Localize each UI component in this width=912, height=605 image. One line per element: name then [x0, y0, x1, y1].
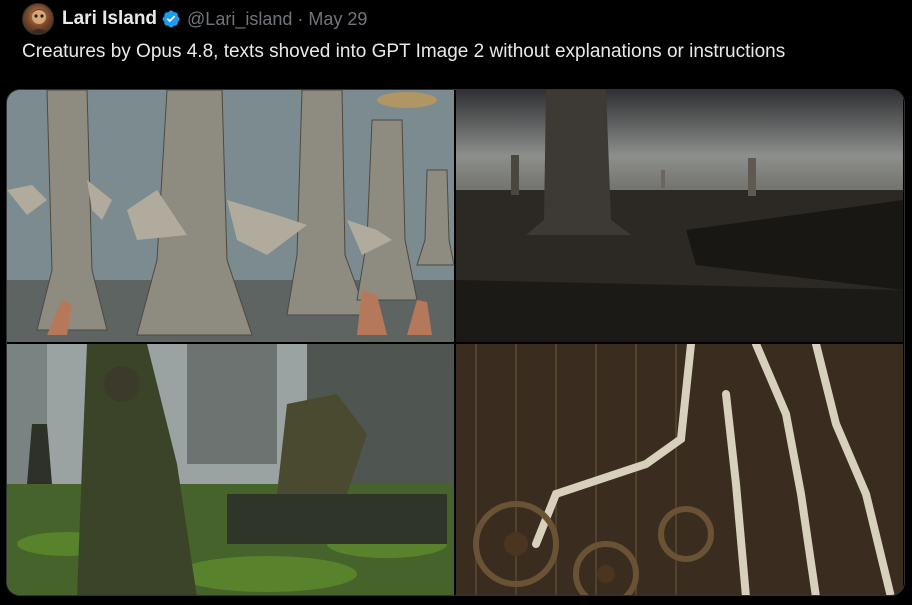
- tweet: Lari Island @Lari_island · May 29 Creatu…: [0, 0, 912, 605]
- author-handle[interactable]: @Lari_island: [187, 9, 292, 30]
- avatar[interactable]: [22, 3, 54, 35]
- author-display-name[interactable]: Lari Island: [62, 8, 157, 30]
- tweet-text: Creatures by Opus 4.8, texts shoved into…: [22, 41, 786, 62]
- post-date[interactable]: May 29: [308, 9, 367, 30]
- media-grid: [6, 89, 905, 596]
- mossy-wanderers-image[interactable]: [7, 344, 454, 595]
- verified-badge-icon: [161, 9, 181, 29]
- dark-tower-cliff-image[interactable]: [456, 90, 903, 342]
- separator-dot: ·: [297, 8, 304, 29]
- tweet-header: Lari Island @Lari_island · May 29: [22, 3, 367, 35]
- tree-creatures-image[interactable]: [7, 90, 454, 342]
- skeletal-machine-image[interactable]: [456, 344, 903, 595]
